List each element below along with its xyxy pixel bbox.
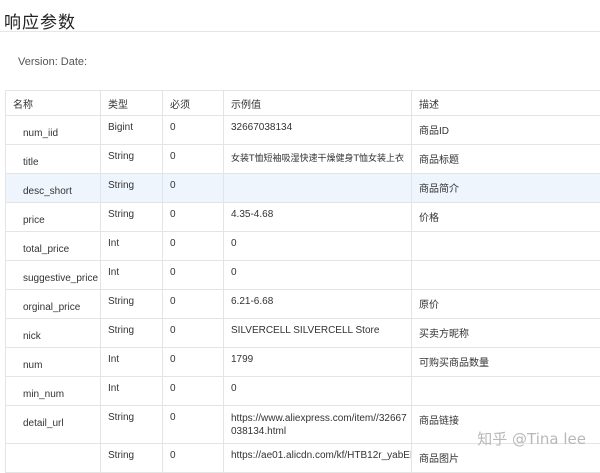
cell-type: String xyxy=(101,145,163,174)
header-example: 示例值 xyxy=(224,91,412,116)
page-title: 响应参数 xyxy=(4,8,76,33)
cell-name: detail_url xyxy=(6,406,101,444)
cell-name: num_iid xyxy=(6,116,101,145)
table-row: min_num Int 0 0 xyxy=(6,377,600,406)
cell-description xyxy=(412,232,600,261)
table-row: num Int 0 1799 可购买商品数量 xyxy=(6,348,600,377)
cell-description: 商品标题 xyxy=(412,145,600,174)
cell-description xyxy=(412,377,600,406)
title-divider xyxy=(0,31,600,32)
cell-type: Int xyxy=(101,261,163,290)
cell-name: min_num xyxy=(6,377,101,406)
cell-example: 1799 xyxy=(224,348,412,377)
cell-required: 0 xyxy=(163,145,224,174)
header-description: 描述 xyxy=(412,91,600,116)
cell-description: 买卖方昵称 xyxy=(412,319,600,348)
cell-name: total_price xyxy=(6,232,101,261)
table-row: price String 0 4.35-4.68 价格 xyxy=(6,203,600,232)
cell-example: https://www.aliexpress.com/item//3266703… xyxy=(224,406,412,444)
cell-type: String xyxy=(101,174,163,203)
zhihu-watermark: 知乎 @Tina lee xyxy=(477,428,586,449)
cell-example: 0 xyxy=(224,261,412,290)
cell-name: title xyxy=(6,145,101,174)
cell-required: 0 xyxy=(163,261,224,290)
cell-type: String xyxy=(101,319,163,348)
cell-type: String xyxy=(101,290,163,319)
cell-name: num xyxy=(6,348,101,377)
cell-example: https://ae01.alicdn.com/kf/HTB12r_yabEF6… xyxy=(224,444,412,473)
table-header-row: 名称 类型 必须 示例值 描述 xyxy=(6,91,600,116)
response-params-table: 名称 类型 必须 示例值 描述 num_iid Bigint 0 3266703… xyxy=(5,90,600,473)
cell-required: 0 xyxy=(163,444,224,473)
cell-description: 价格 xyxy=(412,203,600,232)
table-row: orginal_price String 0 6.21-6.68 原价 xyxy=(6,290,600,319)
cell-description: 可购买商品数量 xyxy=(412,348,600,377)
cell-type: String xyxy=(101,203,163,232)
cell-type: Int xyxy=(101,348,163,377)
cell-required: 0 xyxy=(163,348,224,377)
cell-type: String xyxy=(101,444,163,473)
header-required: 必须 xyxy=(163,91,224,116)
cell-example: 4.35-4.68 xyxy=(224,203,412,232)
cell-name xyxy=(6,444,101,473)
cell-required: 0 xyxy=(163,319,224,348)
cell-required: 0 xyxy=(163,232,224,261)
cell-description xyxy=(412,261,600,290)
cell-name: price xyxy=(6,203,101,232)
cell-example: 0 xyxy=(224,232,412,261)
cell-type: Int xyxy=(101,232,163,261)
table-row: nick String 0 SILVERCELL SILVERCELL Stor… xyxy=(6,319,600,348)
cell-description: 商品ID xyxy=(412,116,600,145)
cell-name: orginal_price xyxy=(6,290,101,319)
cell-example: 32667038134 xyxy=(224,116,412,145)
cell-example: SILVERCELL SILVERCELL Store xyxy=(224,319,412,348)
cell-example: 女装T恤短袖吸湿快速干燥健身T恤女装上衣 xyxy=(224,145,412,174)
cell-required: 0 xyxy=(163,203,224,232)
cell-example: 0 xyxy=(224,377,412,406)
cell-required: 0 xyxy=(163,290,224,319)
table-row: suggestive_price Int 0 0 xyxy=(6,261,600,290)
cell-name: suggestive_price xyxy=(6,261,101,290)
version-date-line: Version: Date: xyxy=(18,56,87,68)
cell-required: 0 xyxy=(163,174,224,203)
cell-type: String xyxy=(101,406,163,444)
cell-required: 0 xyxy=(163,377,224,406)
cell-required: 0 xyxy=(163,406,224,444)
cell-required: 0 xyxy=(163,116,224,145)
cell-type: Bigint xyxy=(101,116,163,145)
table-row[interactable]: desc_short String 0 商品简介 xyxy=(6,174,600,203)
table-row: total_price Int 0 0 xyxy=(6,232,600,261)
cell-type: Int xyxy=(101,377,163,406)
header-type: 类型 xyxy=(101,91,163,116)
cell-description: 原价 xyxy=(412,290,600,319)
cell-description: 商品简介 xyxy=(412,174,600,203)
cell-example xyxy=(224,174,412,203)
table-row: num_iid Bigint 0 32667038134 商品ID xyxy=(6,116,600,145)
cell-example: 6.21-6.68 xyxy=(224,290,412,319)
cell-name: desc_short xyxy=(6,174,101,203)
cell-name: nick xyxy=(6,319,101,348)
header-name: 名称 xyxy=(6,91,101,116)
table-row: title String 0 女装T恤短袖吸湿快速干燥健身T恤女装上衣 商品标题 xyxy=(6,145,600,174)
